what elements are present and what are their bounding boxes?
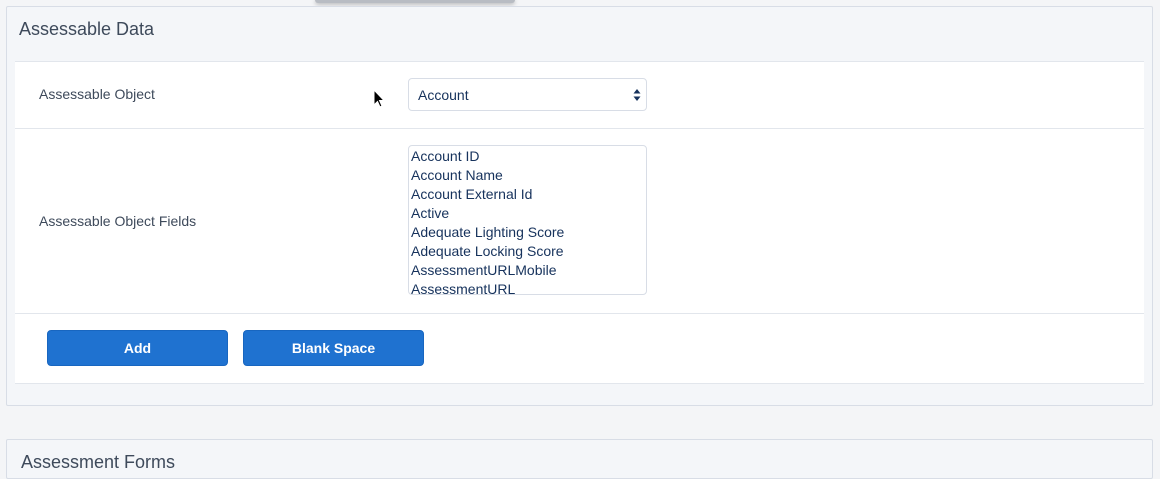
assessable-object-fields-row: Assessable Object Fields Account ID Acco…: [15, 129, 1144, 314]
field-option[interactable]: Adequate Lighting Score: [409, 223, 646, 242]
add-button[interactable]: Add: [47, 330, 228, 366]
field-option[interactable]: Active: [409, 204, 646, 223]
blank-space-button[interactable]: Blank Space: [243, 330, 424, 366]
panel-body: Assessable Object Account Assessable Obj…: [15, 61, 1144, 384]
button-row: Add Blank Space: [15, 314, 1144, 382]
assessable-object-select[interactable]: Account: [408, 78, 647, 111]
field-option[interactable]: Account External Id: [409, 185, 646, 204]
assessable-object-selected-value: Account: [418, 87, 469, 103]
panel2-title: Assessment Forms: [21, 452, 176, 472]
assessable-data-panel: Assessable Data Assessable Object Accoun…: [6, 6, 1153, 406]
assessment-forms-panel: Assessment Forms: [6, 439, 1153, 479]
field-option[interactable]: Account ID: [409, 147, 646, 166]
assessable-object-row: Assessable Object Account: [15, 62, 1144, 129]
select-arrows-icon: [633, 89, 641, 101]
popup-shadow: [315, 0, 515, 3]
field-option[interactable]: Adequate Locking Score: [409, 242, 646, 261]
assessable-object-fields-listbox[interactable]: Account ID Account Name Account External…: [408, 145, 647, 295]
field-option[interactable]: Account Name: [409, 166, 646, 185]
field-option[interactable]: AssessmentURLMobile: [409, 261, 646, 280]
field-option[interactable]: AssessmentURL: [409, 280, 646, 294]
assessable-object-label: Assessable Object: [39, 86, 155, 102]
mouse-cursor-icon: [373, 89, 386, 108]
assessable-object-fields-label: Assessable Object Fields: [39, 213, 197, 229]
panel-title: Assessable Data: [19, 19, 155, 39]
